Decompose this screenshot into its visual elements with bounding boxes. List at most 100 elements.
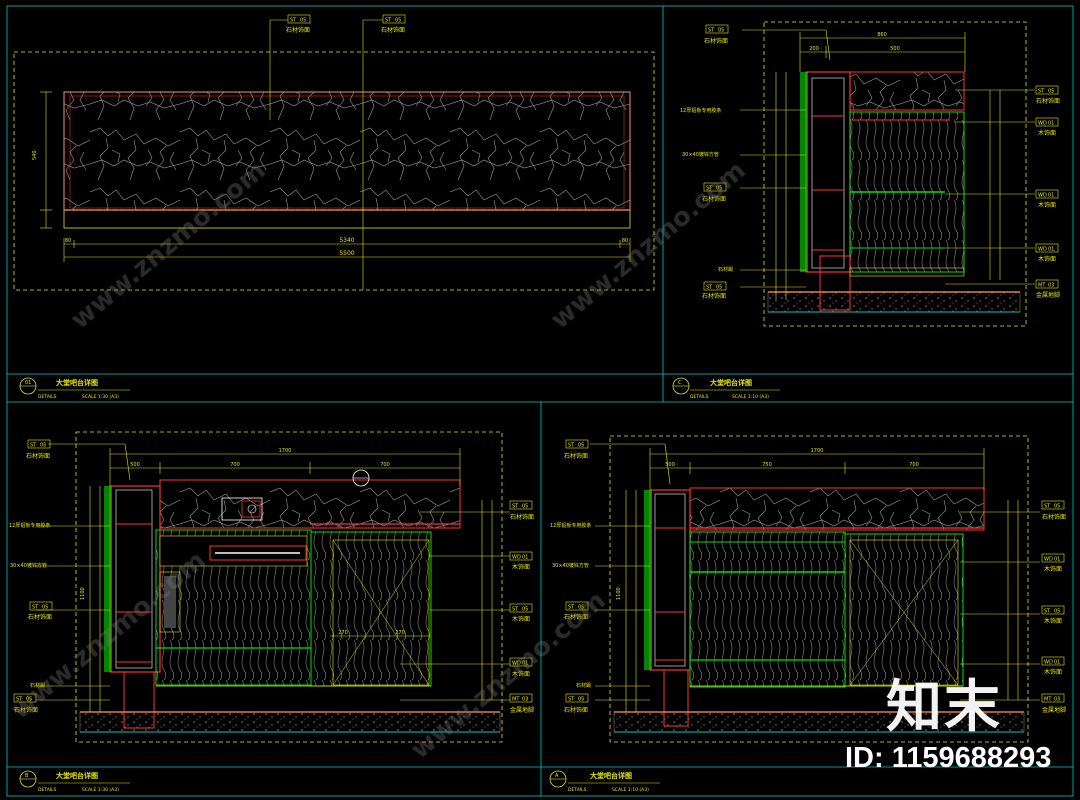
panel-c-title: 大堂吧台详图 [710,378,752,387]
svg-text:01: 01 [25,380,31,386]
svg-text:MT: MT [512,697,520,703]
svg-text:03: 03 [1054,697,1060,703]
svg-text:ST: ST [512,607,519,613]
tag-a-right-1: ST 05 石材饰面 [1041,500,1066,521]
svg-text:01: 01 [1048,193,1054,199]
svg-text:石材饰面: 石材饰面 [510,513,534,521]
tag-b-right-1: ST 05 石材饰面 [509,500,534,521]
svg-text:ST: ST [708,28,715,34]
tag-b-right-5: MT 03 金属地脚 [509,693,534,714]
note-b-2: 30×40镀锌方管 [10,562,47,569]
dim-a-750: 750 [762,462,772,468]
svg-text:ST: ST [568,443,575,449]
tag-b-left-mid: ST 05 石材饰面 [28,601,53,621]
note-c-1: 12厚铝板专用胶条 [680,107,721,114]
svg-text:05: 05 [716,285,722,291]
note-a-1: 12厚铝板专用胶条 [550,522,591,529]
note-b-1: 12厚铝板专用胶条 [9,522,50,529]
svg-text:ST: ST [32,605,39,611]
svg-text:木饰面: 木饰面 [512,615,530,623]
svg-text:SCALE 1:10 (A3): SCALE 1:10 (A3) [612,787,649,793]
svg-text:C: C [678,380,682,386]
tag-c-top-left: ST 05 石材饰面 [704,24,729,45]
panel-title-b: B 大堂吧台详图 DETAILS SCALE 1:30 (A3) [19,770,130,793]
dim-5340: 5340 [339,237,354,244]
tag-a-right-3: ST 05 木饰面 [1041,605,1065,625]
svg-text:DETAILS: DETAILS [38,787,57,793]
panel-b-title: 大堂吧台详图 [56,771,98,780]
tag-c-right-4: WD 01 木饰面 [1035,243,1059,263]
svg-text:ST: ST [512,504,519,510]
svg-text:05: 05 [395,18,401,24]
panel-title-c: C 大堂吧台详图 DETAILS SCALE 1:10 (A3) [672,377,780,400]
panel-a-title: 大堂吧台详图 [590,771,632,780]
svg-text:05: 05 [300,18,306,24]
svg-text:WD: WD [1038,121,1047,127]
svg-text:MT: MT [1038,283,1046,289]
svg-text:05: 05 [522,504,528,510]
tag-b-right-3: ST 05 木饰面 [509,603,533,623]
dim-860: 860 [877,32,887,38]
dim-b-500: 500 [130,462,140,468]
svg-text:金属地脚: 金属地脚 [510,706,534,714]
tag-st05-plan-1: ST 05 石材饰面 [286,14,311,34]
svg-text:石材饰面: 石材饰面 [702,292,726,300]
tag-c-right-1: ST 05 石材饰面 [1035,85,1060,105]
svg-text:05: 05 [40,443,46,449]
image-id-label: ID: 1159688293 [845,742,1052,774]
dim-a-1100: 1100 [616,587,622,600]
dim-a-500: 500 [665,462,675,468]
note-a-2: 30×40镀锌方管 [552,562,589,569]
tag-a-right-5: MT 03 金属地脚 [1041,693,1066,714]
svg-text:石材饰面: 石材饰面 [564,452,588,460]
svg-text:SCALE 1:30 (A3): SCALE 1:30 (A3) [82,394,119,400]
svg-text:WD: WD [1044,660,1053,666]
tag-b-right-2: WD 01 木饰面 [509,551,533,571]
svg-text:木饰面: 木饰面 [1038,255,1056,263]
svg-text:05: 05 [578,697,584,703]
svg-text:WD: WD [1038,193,1047,199]
svg-text:01: 01 [1048,247,1054,253]
dim-a-1700: 1700 [811,448,824,454]
dim-b-270b: 270 [395,630,405,636]
tag-a-right-4: WD 01 木饰面 [1041,656,1065,676]
note-c-2: 30×40镀锌方管 [682,151,719,158]
svg-text:石材饰面: 石材饰面 [1042,513,1066,521]
dim-a-700: 700 [909,462,919,468]
tag-b-top-left: ST 05 石材饰面 [26,439,51,460]
dim-360: 200 [809,46,819,52]
dim-b-700b: 700 [380,462,390,468]
svg-text:01: 01 [1054,557,1060,563]
dim-b-1700: 1700 [279,448,292,454]
tag-a-left-bottom: ST 05 石材饰面 [564,693,589,714]
svg-text:05: 05 [522,607,528,613]
svg-text:05: 05 [1054,504,1060,510]
svg-text:石材饰面: 石材饰面 [286,26,310,34]
svg-text:ST: ST [706,285,713,291]
note-a-3: 石材踢 [576,682,591,689]
svg-text:DETAILS: DETAILS [568,787,587,793]
svg-text:石材饰面: 石材饰面 [28,613,52,621]
tag-a-right-2: WD 01 木饰面 [1041,553,1065,573]
svg-text:03: 03 [522,697,528,703]
svg-text:B: B [25,773,29,779]
dim-b-270a: 270 [338,630,348,636]
panel-title-a: A 大堂吧台详图 DETAILS SCALE 1:10 (A3) [549,770,660,793]
svg-text:www.znzmo.com: www.znzmo.com [405,585,611,765]
svg-text:SCALE 1:30 (A3): SCALE 1:30 (A3) [82,787,119,793]
svg-text:石材饰面: 石材饰面 [26,452,50,460]
dim-b-1100: 1100 [80,587,86,600]
svg-text:WD: WD [1038,247,1047,253]
svg-text:05: 05 [1048,89,1054,95]
note-c-3: 石材踢 [718,266,733,273]
svg-text:石材饰面: 石材饰面 [564,706,588,714]
svg-text:木饰面: 木饰面 [1044,565,1062,573]
tag-a-top-left: ST 05 石材饰面 [564,439,589,460]
svg-text:ST: ST [1044,609,1051,615]
dim-540: 540 [32,150,38,160]
dim-80-left: 80 [65,238,71,244]
dim-5500: 5500 [339,250,354,257]
svg-text:DETAILS: DETAILS [38,394,57,400]
svg-text:01: 01 [1054,660,1060,666]
svg-text:05: 05 [578,443,584,449]
